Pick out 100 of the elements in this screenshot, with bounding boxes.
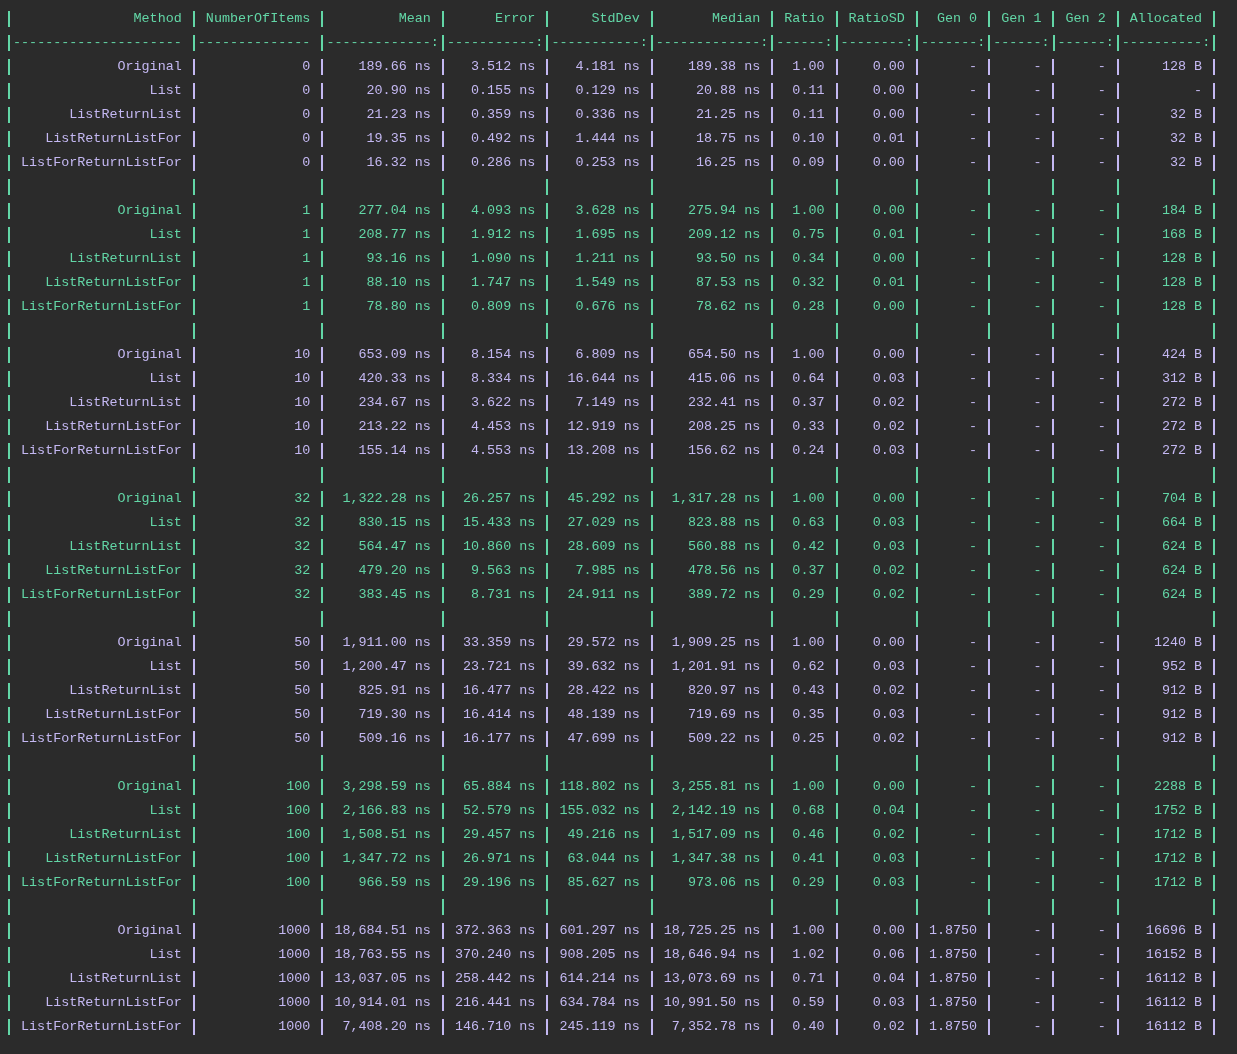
table-cell: 1 xyxy=(302,250,311,266)
table-cell: 1 xyxy=(302,298,311,314)
table-cell: 0.64 xyxy=(792,370,825,386)
table-cell: Original xyxy=(117,634,182,650)
table-cell: 4.453 ns xyxy=(471,418,536,434)
table-cell: - xyxy=(1097,130,1106,146)
column-header: Median xyxy=(712,10,761,26)
table-cell: 0.06 xyxy=(872,946,905,962)
table-cell: 912 B xyxy=(1161,682,1203,698)
table-cell: - xyxy=(1097,850,1106,866)
table-cell: - xyxy=(1097,154,1106,170)
table-cell: 1,317.28 ns xyxy=(671,490,761,506)
table-cell: Original xyxy=(117,490,182,506)
table-cell: ListReturnList xyxy=(69,682,182,698)
table-cell: 370.240 ns xyxy=(454,946,536,962)
table-cell: 2,142.19 ns xyxy=(671,802,761,818)
table-cell: 1.02 xyxy=(792,946,825,962)
table-cell: - xyxy=(969,634,978,650)
table-cell: 208.25 ns xyxy=(687,418,761,434)
table-cell: - xyxy=(1033,154,1042,170)
table-cell: 1.747 ns xyxy=(471,274,536,290)
table-cell: 1.8750 xyxy=(928,970,978,986)
table-cell: 32 B xyxy=(1169,106,1203,122)
table-cell: ListReturnListFor xyxy=(45,274,182,290)
table-cell: 18,684.51 ns xyxy=(334,922,431,938)
table-cell: List xyxy=(149,370,182,386)
table-cell: 0.32 xyxy=(792,274,825,290)
table-cell: 32 xyxy=(294,514,311,530)
table-cell: 100 xyxy=(286,778,311,794)
table-cell: 1752 B xyxy=(1153,802,1203,818)
table-cell: 0.75 xyxy=(792,226,825,242)
table-cell: 1000 xyxy=(278,946,311,962)
table-cell: - xyxy=(969,274,978,290)
table-cell: 24.911 ns xyxy=(567,586,640,602)
column-header: Mean xyxy=(398,10,431,26)
table-cell: List xyxy=(149,802,182,818)
table-cell: 93.16 ns xyxy=(366,250,431,266)
table-cell: 0.35 xyxy=(792,706,825,722)
table-cell: 415.06 ns xyxy=(687,370,761,386)
table-cell: - xyxy=(969,802,978,818)
table-cell: 1.8750 xyxy=(928,1018,978,1034)
table-cell: ListReturnList xyxy=(69,394,182,410)
table-cell: 1.00 xyxy=(792,634,825,650)
table-cell: 0.02 xyxy=(872,586,905,602)
table-cell: ListForReturnListFor xyxy=(21,298,182,314)
table-cell: 0.03 xyxy=(872,706,905,722)
table-cell: 26.971 ns xyxy=(462,850,536,866)
table-cell: 1712 B xyxy=(1153,850,1203,866)
table-cell: - xyxy=(1097,106,1106,122)
table-cell: 372.363 ns xyxy=(454,922,536,938)
table-cell: - xyxy=(1097,706,1106,722)
table-cell: 7.985 ns xyxy=(575,562,640,578)
table-cell: ListForReturnListFor xyxy=(21,874,182,890)
table-cell: - xyxy=(1033,874,1042,890)
table-cell: 0.25 xyxy=(792,730,825,746)
table-cell: 1,347.72 ns xyxy=(342,850,431,866)
table-cell: 10 xyxy=(294,394,311,410)
table-cell: 973.06 ns xyxy=(687,874,761,890)
table-cell: 18,725.25 ns xyxy=(663,922,761,938)
separator-dashes: -------------: xyxy=(655,34,769,50)
table-cell: - xyxy=(1033,298,1042,314)
table-cell: - xyxy=(1033,82,1042,98)
table-cell: - xyxy=(969,562,978,578)
table-cell: 27.029 ns xyxy=(567,514,640,530)
table-cell: 19.35 ns xyxy=(366,130,431,146)
table-cell: 1,508.51 ns xyxy=(342,826,431,842)
table-cell: 216.441 ns xyxy=(454,994,536,1010)
table-cell: 383.45 ns xyxy=(358,586,431,602)
table-cell: - xyxy=(1097,346,1106,362)
table-cell: 1,201.91 ns xyxy=(671,658,761,674)
table-cell: 0.04 xyxy=(872,802,905,818)
table-cell: 9.563 ns xyxy=(471,562,536,578)
table-cell: 50 xyxy=(294,682,311,698)
table-cell: 18,763.55 ns xyxy=(334,946,431,962)
table-cell: List xyxy=(149,226,182,242)
table-cell: - xyxy=(1033,130,1042,146)
table-cell: 0.03 xyxy=(872,442,905,458)
separator-dashes: -----------: xyxy=(446,34,544,50)
table-cell: 478.56 ns xyxy=(687,562,761,578)
table-cell: - xyxy=(969,490,978,506)
table-cell: - xyxy=(1097,562,1106,578)
table-cell: Original xyxy=(117,202,182,218)
table-cell: 7,352.78 ns xyxy=(671,1018,761,1034)
table-cell: 0.46 xyxy=(792,826,825,842)
table-cell: 10,914.01 ns xyxy=(334,994,431,1010)
table-cell: 10 xyxy=(294,442,311,458)
table-cell: ListForReturnListFor xyxy=(21,1018,182,1034)
table-cell: 0.11 xyxy=(792,82,825,98)
table-cell: 0.00 xyxy=(872,778,905,794)
table-cell: 28.609 ns xyxy=(567,538,640,554)
table-cell: - xyxy=(1097,922,1106,938)
table-cell: - xyxy=(1097,226,1106,242)
table-cell: 10 xyxy=(294,370,311,386)
table-cell: - xyxy=(1097,82,1106,98)
table-cell: 93.50 ns xyxy=(695,250,761,266)
table-cell: 0.00 xyxy=(872,634,905,650)
table-cell: 1712 B xyxy=(1153,826,1203,842)
table-cell: - xyxy=(969,850,978,866)
table-cell: 3,255.81 ns xyxy=(671,778,761,794)
table-cell: 420.33 ns xyxy=(358,370,431,386)
